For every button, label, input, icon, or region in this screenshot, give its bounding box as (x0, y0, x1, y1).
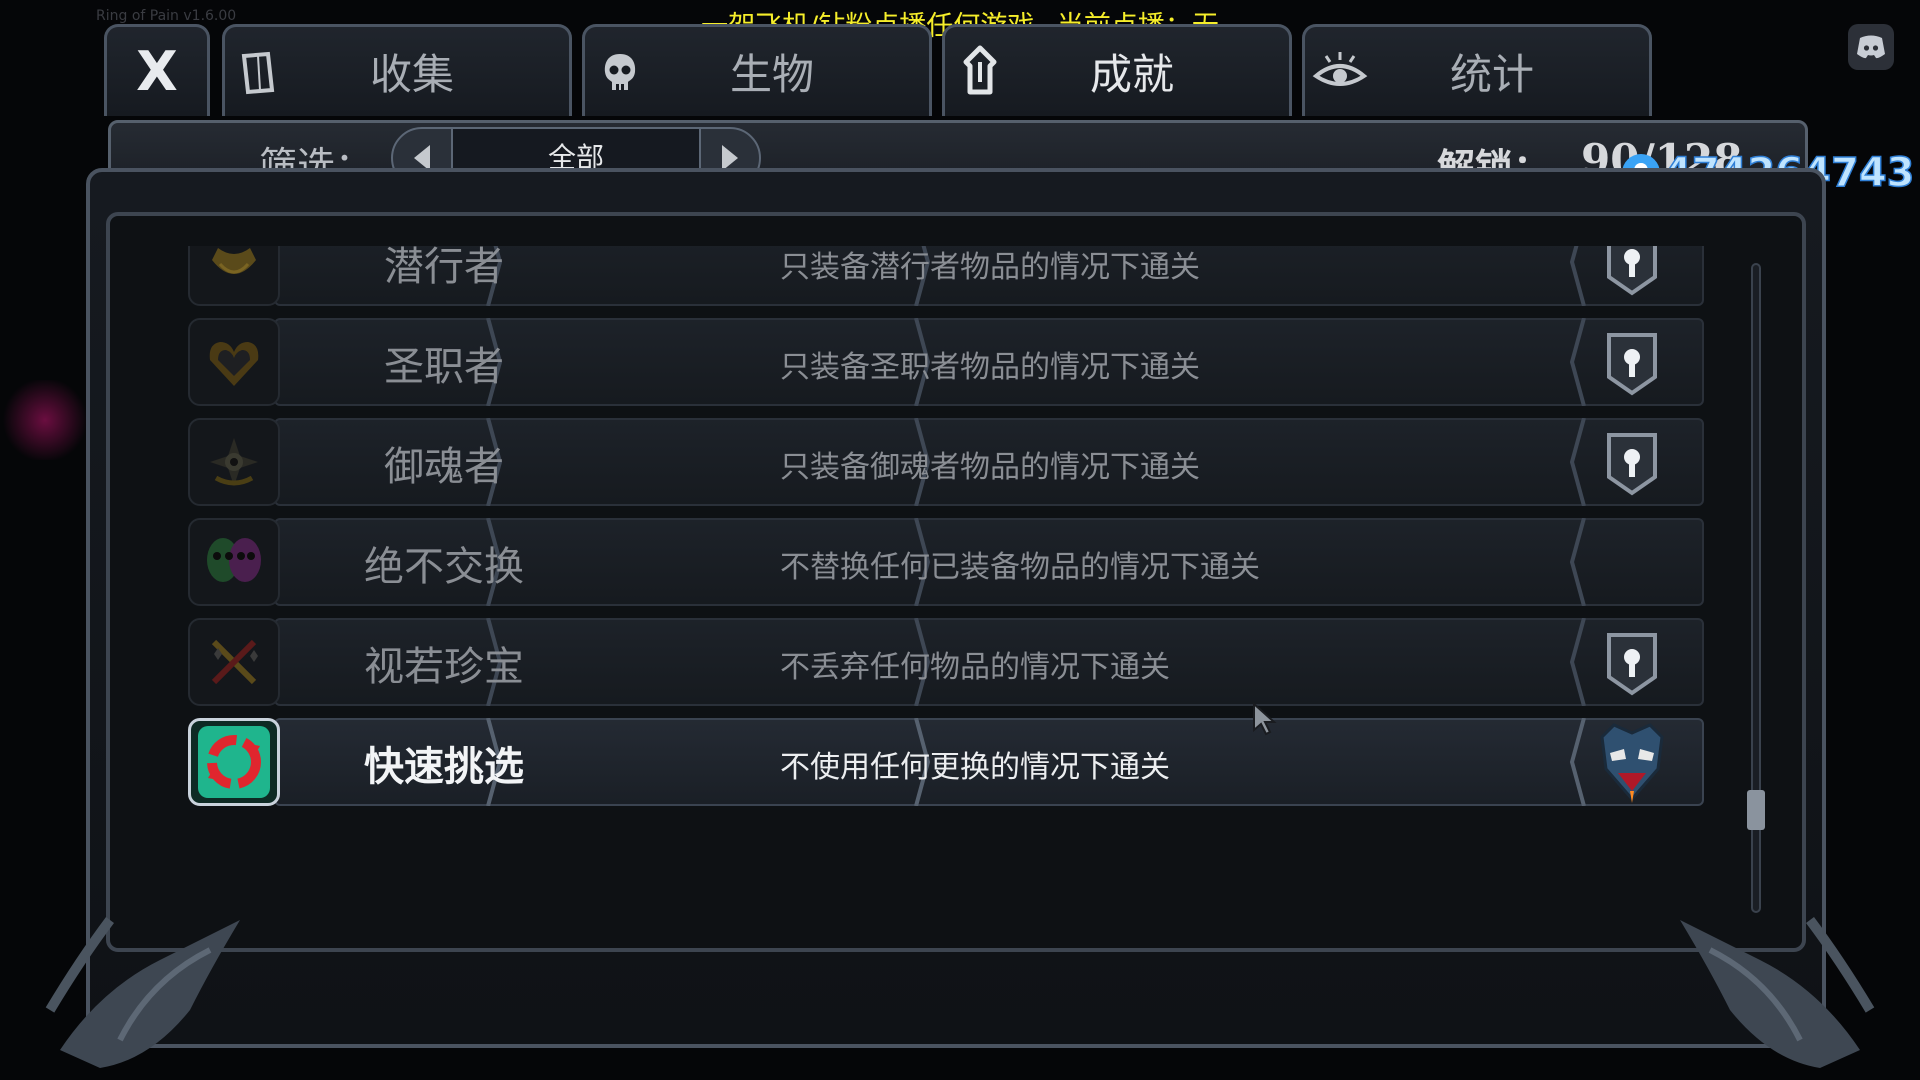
crossed-swords-icon (188, 618, 280, 706)
tab-label: 生物 (729, 50, 814, 99)
achievement-description: 只装备御魂者物品的情况下通关 (780, 450, 1200, 485)
demon-mask-icon (1594, 723, 1670, 803)
close-icon: X (136, 40, 178, 103)
cycle-arrows-icon (188, 718, 280, 806)
achievement-row[interactable]: 潜行者 只装备潜行者物品的情况下通关 (184, 246, 1704, 312)
soul-eye-icon (188, 418, 280, 506)
row-divider (1569, 418, 1586, 506)
tab-label: 收集 (369, 50, 454, 99)
padlock-icon (1594, 624, 1670, 700)
trophy-icon (945, 44, 1015, 100)
achievement-name: 绝不交换 (364, 544, 524, 590)
right-claw-decoration (1680, 917, 1875, 1068)
row-divider (1569, 318, 1586, 406)
achievement-row[interactable]: 圣职者 只装备圣职者物品的情况下通关 (184, 312, 1704, 412)
padlock-icon (1594, 324, 1670, 400)
eye-icon (1305, 48, 1375, 96)
row-divider (1569, 718, 1586, 806)
mouse-cursor-icon (1253, 702, 1277, 736)
tab-collection[interactable]: 收集 (222, 24, 572, 116)
padlock-icon (1594, 424, 1670, 500)
achievement-description: 不替换任何已装备物品的情况下通关 (780, 550, 1260, 585)
masks-icon (188, 518, 280, 606)
background-glow (0, 380, 90, 460)
discord-icon[interactable] (1848, 24, 1894, 70)
achievement-description: 不丢弃任何物品的情况下通关 (780, 650, 1170, 685)
achievement-row[interactable]: 快速挑选 不使用任何更换的情况下通关 (184, 712, 1704, 812)
tab-label: 统计 (1449, 50, 1534, 99)
achievement-row[interactable]: 视若珍宝 不丢弃任何物品的情况下通关 (184, 612, 1704, 712)
close-tab[interactable]: X (104, 24, 210, 116)
achievement-row[interactable]: 绝不交换 不替换任何已装备物品的情况下通关 (184, 512, 1704, 612)
achievement-name: 圣职者 (384, 344, 504, 390)
achievement-name: 快速挑选 (364, 743, 524, 790)
tab-statistics[interactable]: 统计 (1302, 24, 1652, 116)
achievement-name: 御魂者 (384, 444, 504, 490)
row-divider (1569, 518, 1586, 606)
scrollbar-thumb (1747, 790, 1765, 830)
achievements-list[interactable]: 潜行者 只装备潜行者物品的情况下通关 圣职者 只装备圣职者物品的情况下通关 御魂… (184, 246, 1704, 926)
achievement-row[interactable]: 御魂者 只装备御魂者物品的情况下通关 (184, 412, 1704, 512)
list-scrollbar[interactable] (1744, 258, 1768, 918)
card-icon (225, 46, 295, 98)
row-divider (1569, 246, 1586, 306)
achievement-description: 只装备圣职者物品的情况下通关 (780, 350, 1200, 385)
skull-icon (585, 48, 655, 96)
achievement-name: 视若珍宝 (364, 644, 524, 690)
rogue-emblem-icon (188, 246, 280, 306)
achievement-description: 只装备潜行者物品的情况下通关 (780, 250, 1200, 285)
tab-creatures[interactable]: 生物 (582, 24, 932, 116)
cleric-heart-icon (188, 318, 280, 406)
achievement-description: 不使用任何更换的情况下通关 (780, 750, 1170, 785)
tab-achievements[interactable]: 成就 (942, 24, 1292, 116)
padlock-icon (1594, 246, 1670, 300)
tab-label: 成就 (1089, 50, 1174, 99)
row-divider (1569, 618, 1586, 706)
achievement-name: 潜行者 (384, 246, 504, 290)
left-claw-decoration (45, 917, 240, 1068)
